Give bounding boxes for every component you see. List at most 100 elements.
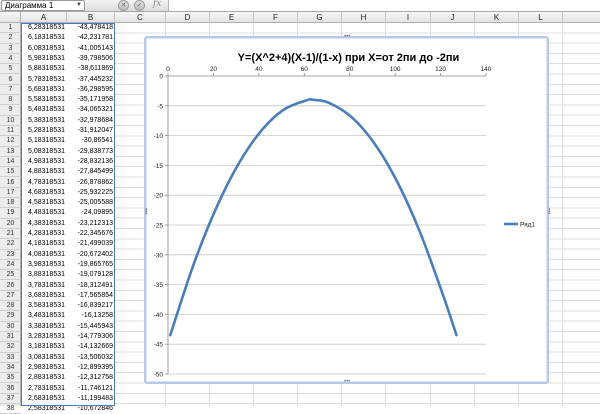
cell-b[interactable]: -25,932225 [67, 188, 115, 198]
row-header[interactable]: 13 [0, 147, 21, 157]
cell-a[interactable]: 3,68318531 [21, 291, 67, 301]
cell-a[interactable]: 5,98318531 [21, 54, 67, 64]
cell-b[interactable]: -36,298595 [67, 85, 115, 95]
chart-object[interactable]: ••• ••• ••• ••• Y=(X^2+4)(X-1)/(1-x) при… [144, 36, 549, 384]
cell-b[interactable]: -21,499039 [67, 239, 115, 249]
row-header[interactable]: 8 [0, 95, 21, 105]
cell-b[interactable]: -34,065321 [67, 105, 115, 115]
row-header[interactable]: 29 [0, 311, 21, 321]
cell-a[interactable]: 2,68318531 [21, 394, 67, 404]
cell-a[interactable]: 4,48318531 [21, 208, 67, 218]
cell-b[interactable]: -16,839217 [67, 301, 115, 311]
row-header[interactable]: 21 [0, 229, 21, 239]
column-header-f[interactable]: F [254, 12, 298, 23]
cell-a[interactable]: 3,18318531 [21, 342, 67, 352]
cell-a[interactable]: 4,88318531 [21, 167, 67, 177]
row-header[interactable]: 24 [0, 260, 21, 270]
row-header[interactable]: 31 [0, 332, 21, 342]
cell-a[interactable]: 4,68318531 [21, 188, 67, 198]
cell-b[interactable]: -22,345676 [67, 229, 115, 239]
cell-b[interactable]: -29,838773 [67, 147, 115, 157]
cell-b[interactable]: -43,478418 [67, 23, 115, 33]
cell-a[interactable]: 4,78318531 [21, 178, 67, 188]
row-header[interactable]: 1 [0, 23, 21, 33]
column-header-d[interactable]: D [166, 12, 210, 23]
cell-a[interactable]: 3,08318531 [21, 353, 67, 363]
cell-a[interactable]: 3,38318531 [21, 322, 67, 332]
row-header[interactable]: 23 [0, 250, 21, 260]
row-header[interactable]: 5 [0, 64, 21, 74]
cell-a[interactable]: 5,18318531 [21, 136, 67, 146]
cell-b[interactable]: -11,746121 [67, 384, 115, 394]
close-circle-icon[interactable]: ✕ [118, 0, 129, 11]
cell-a[interactable]: 5,28318531 [21, 126, 67, 136]
row-header[interactable]: 22 [0, 239, 21, 249]
cell-a[interactable]: 5,58318531 [21, 95, 67, 105]
cell-b[interactable]: -13,506032 [67, 353, 115, 363]
row-header[interactable]: 33 [0, 353, 21, 363]
cell-a[interactable]: 3,78318531 [21, 281, 67, 291]
cell-a[interactable]: 5,68318531 [21, 85, 67, 95]
row-header[interactable]: 27 [0, 291, 21, 301]
cell-a[interactable]: 3,88318531 [21, 270, 67, 280]
cell-b[interactable]: -18,312491 [67, 281, 115, 291]
name-box[interactable]: Диаграмма 1 ▼ [1, 0, 85, 11]
check-circle-icon[interactable]: ✓ [134, 0, 145, 11]
column-header-b[interactable]: B [67, 12, 115, 23]
cell-b[interactable]: -31,912047 [67, 126, 115, 136]
cell-a[interactable]: 3,98318531 [21, 260, 67, 270]
cell-b[interactable]: -25,005588 [67, 198, 115, 208]
cell-b[interactable]: -32,978684 [67, 116, 115, 126]
column-header-h[interactable]: H [342, 12, 386, 23]
row-header[interactable]: 18 [0, 198, 21, 208]
cell-b[interactable]: -41,005143 [67, 44, 115, 54]
cell-a[interactable]: 5,48318531 [21, 105, 67, 115]
row-header[interactable]: 15 [0, 167, 21, 177]
cell-a[interactable]: 5,08318531 [21, 147, 67, 157]
row-header[interactable]: 10 [0, 116, 21, 126]
row-header[interactable]: 19 [0, 208, 21, 218]
row-header[interactable]: 30 [0, 322, 21, 332]
cell-a[interactable]: 2,98318531 [21, 363, 67, 373]
cell-b[interactable]: -16,13258 [67, 311, 115, 321]
cell-b[interactable]: -39,798506 [67, 54, 115, 64]
row-header[interactable]: 4 [0, 54, 21, 64]
row-header[interactable]: 36 [0, 384, 21, 394]
cell-b[interactable]: -42,231781 [67, 33, 115, 43]
row-header[interactable]: 14 [0, 157, 21, 167]
cell-b[interactable]: -11,199483 [67, 394, 115, 404]
row-header[interactable]: 32 [0, 342, 21, 352]
column-header-c[interactable]: C [115, 12, 166, 23]
select-all-corner[interactable] [0, 12, 21, 23]
row-header[interactable]: 3 [0, 44, 21, 54]
cell-a[interactable]: 6,18318531 [21, 33, 67, 43]
cell-a[interactable]: 4,08318531 [21, 250, 67, 260]
cell-a[interactable]: 3,48318531 [21, 311, 67, 321]
cell-b[interactable]: -37,445232 [67, 75, 115, 85]
line-chart[interactable]: 0-5-10-15-20-25-30-35-40-45-500204060801… [146, 38, 547, 382]
row-header[interactable]: 26 [0, 281, 21, 291]
column-header-e[interactable]: E [210, 12, 254, 23]
row-header[interactable]: 35 [0, 373, 21, 383]
column-header-g[interactable]: G [298, 12, 342, 23]
row-header[interactable]: 9 [0, 105, 21, 115]
column-header-i[interactable]: I [386, 12, 431, 23]
row-header[interactable]: 16 [0, 178, 21, 188]
cell-a[interactable]: 4,28318531 [21, 229, 67, 239]
row-header[interactable]: 6 [0, 75, 21, 85]
cell-b[interactable]: -30,86541 [67, 136, 115, 146]
cell-b[interactable]: -24,09895 [67, 208, 115, 218]
cell-a[interactable]: 4,38318531 [21, 219, 67, 229]
cell-a[interactable]: 2,88318531 [21, 373, 67, 383]
chevron-down-icon[interactable]: ▼ [76, 1, 82, 10]
column-header-l[interactable]: L [519, 12, 563, 23]
cell-b[interactable]: -14,132669 [67, 342, 115, 352]
cell-a[interactable]: 4,58318531 [21, 198, 67, 208]
row-header[interactable]: 20 [0, 219, 21, 229]
cell-b[interactable]: -27,845499 [67, 167, 115, 177]
cell-a[interactable]: 5,78318531 [21, 75, 67, 85]
cell-b[interactable]: -20,672402 [67, 250, 115, 260]
cell-a[interactable]: 4,18318531 [21, 239, 67, 249]
formula-input[interactable] [168, 0, 600, 11]
cell-b[interactable]: -17,565854 [67, 291, 115, 301]
